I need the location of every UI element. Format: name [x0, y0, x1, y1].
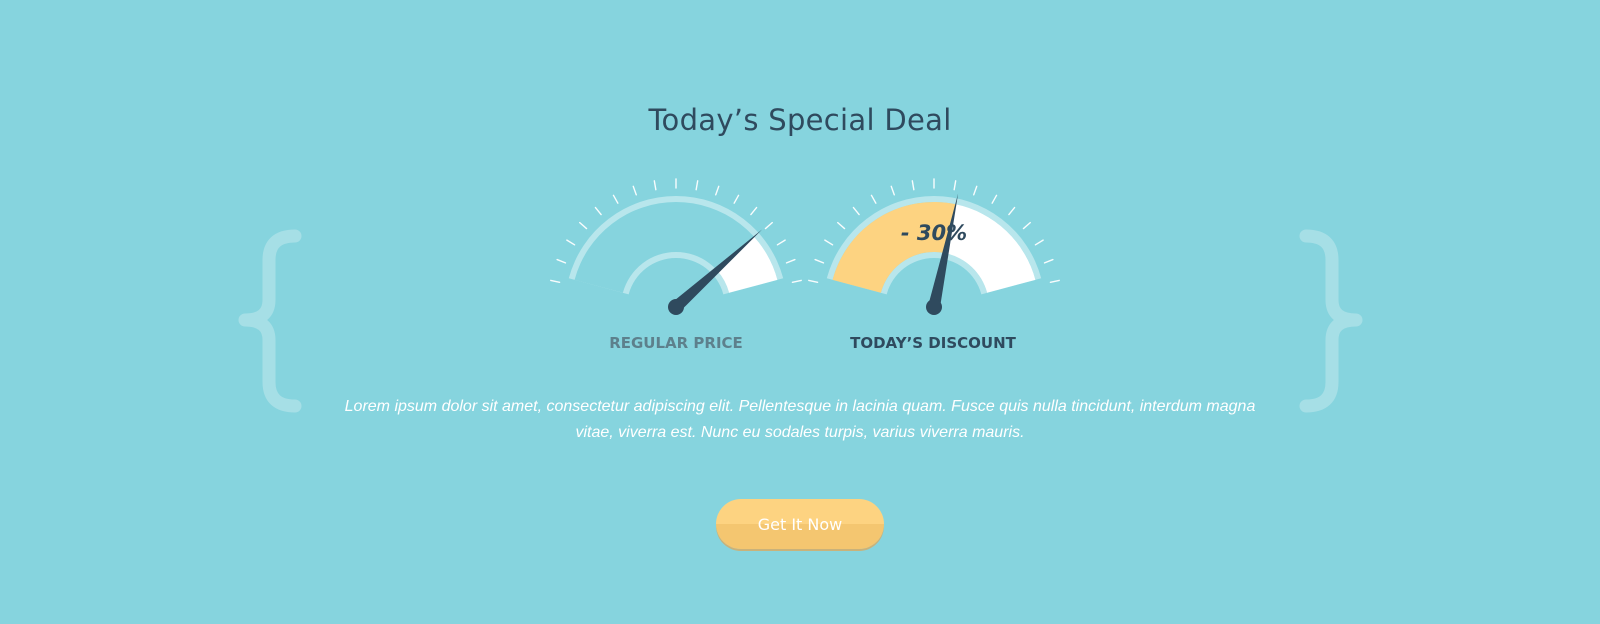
- gauge-tick: [824, 239, 834, 246]
- gauge-tick: [1049, 279, 1060, 283]
- gauge-needle-hub: [926, 299, 942, 315]
- gauge-tick: [733, 194, 740, 204]
- gauge-tick: [579, 221, 588, 230]
- gauge-tick: [991, 194, 998, 204]
- gauge-tick: [653, 180, 657, 191]
- gauge-tick: [594, 206, 602, 216]
- get-it-now-button[interactable]: Get It Now: [716, 499, 884, 549]
- regular-price-gauge: [550, 178, 802, 315]
- gauge-tick: [632, 185, 637, 196]
- gauge-tick: [556, 258, 567, 264]
- gauge-tick: [566, 239, 576, 246]
- gauge-tick: [852, 206, 860, 216]
- gauge-tick: [1022, 221, 1031, 230]
- gauge-tick: [612, 194, 619, 204]
- gauge-tick: [911, 180, 915, 191]
- gauge-tick: [785, 258, 796, 264]
- gauge-tick: [870, 194, 877, 204]
- gauge-tick: [1043, 258, 1054, 264]
- gauge-tick: [890, 185, 895, 196]
- gauge-needle-hub: [668, 299, 684, 315]
- gauge-tick: [750, 206, 758, 216]
- discount-gauge: [808, 178, 1060, 315]
- gauge-tick: [791, 279, 802, 283]
- regular-price-label: REGULAR PRICE: [609, 334, 743, 352]
- discount-label: TODAY’S DISCOUNT: [850, 334, 1016, 352]
- gauge-tick: [715, 185, 720, 196]
- gauge-tick: [808, 279, 819, 283]
- gauge-tick: [550, 279, 561, 283]
- deal-description: Lorem ipsum dolor sit amet, consectetur …: [344, 398, 1256, 441]
- discount-percent-badge: - 30%: [901, 221, 967, 245]
- gauge-tick: [1008, 206, 1016, 216]
- gauge-tick: [953, 180, 957, 191]
- gauge-tick: [764, 221, 773, 230]
- gauge-tick: [776, 239, 786, 246]
- gauge-tick: [1034, 239, 1044, 246]
- gauge-tick: [973, 185, 978, 196]
- gauge-tick: [814, 258, 825, 264]
- gauge-tick: [695, 180, 699, 191]
- gauge-tick: [837, 221, 846, 230]
